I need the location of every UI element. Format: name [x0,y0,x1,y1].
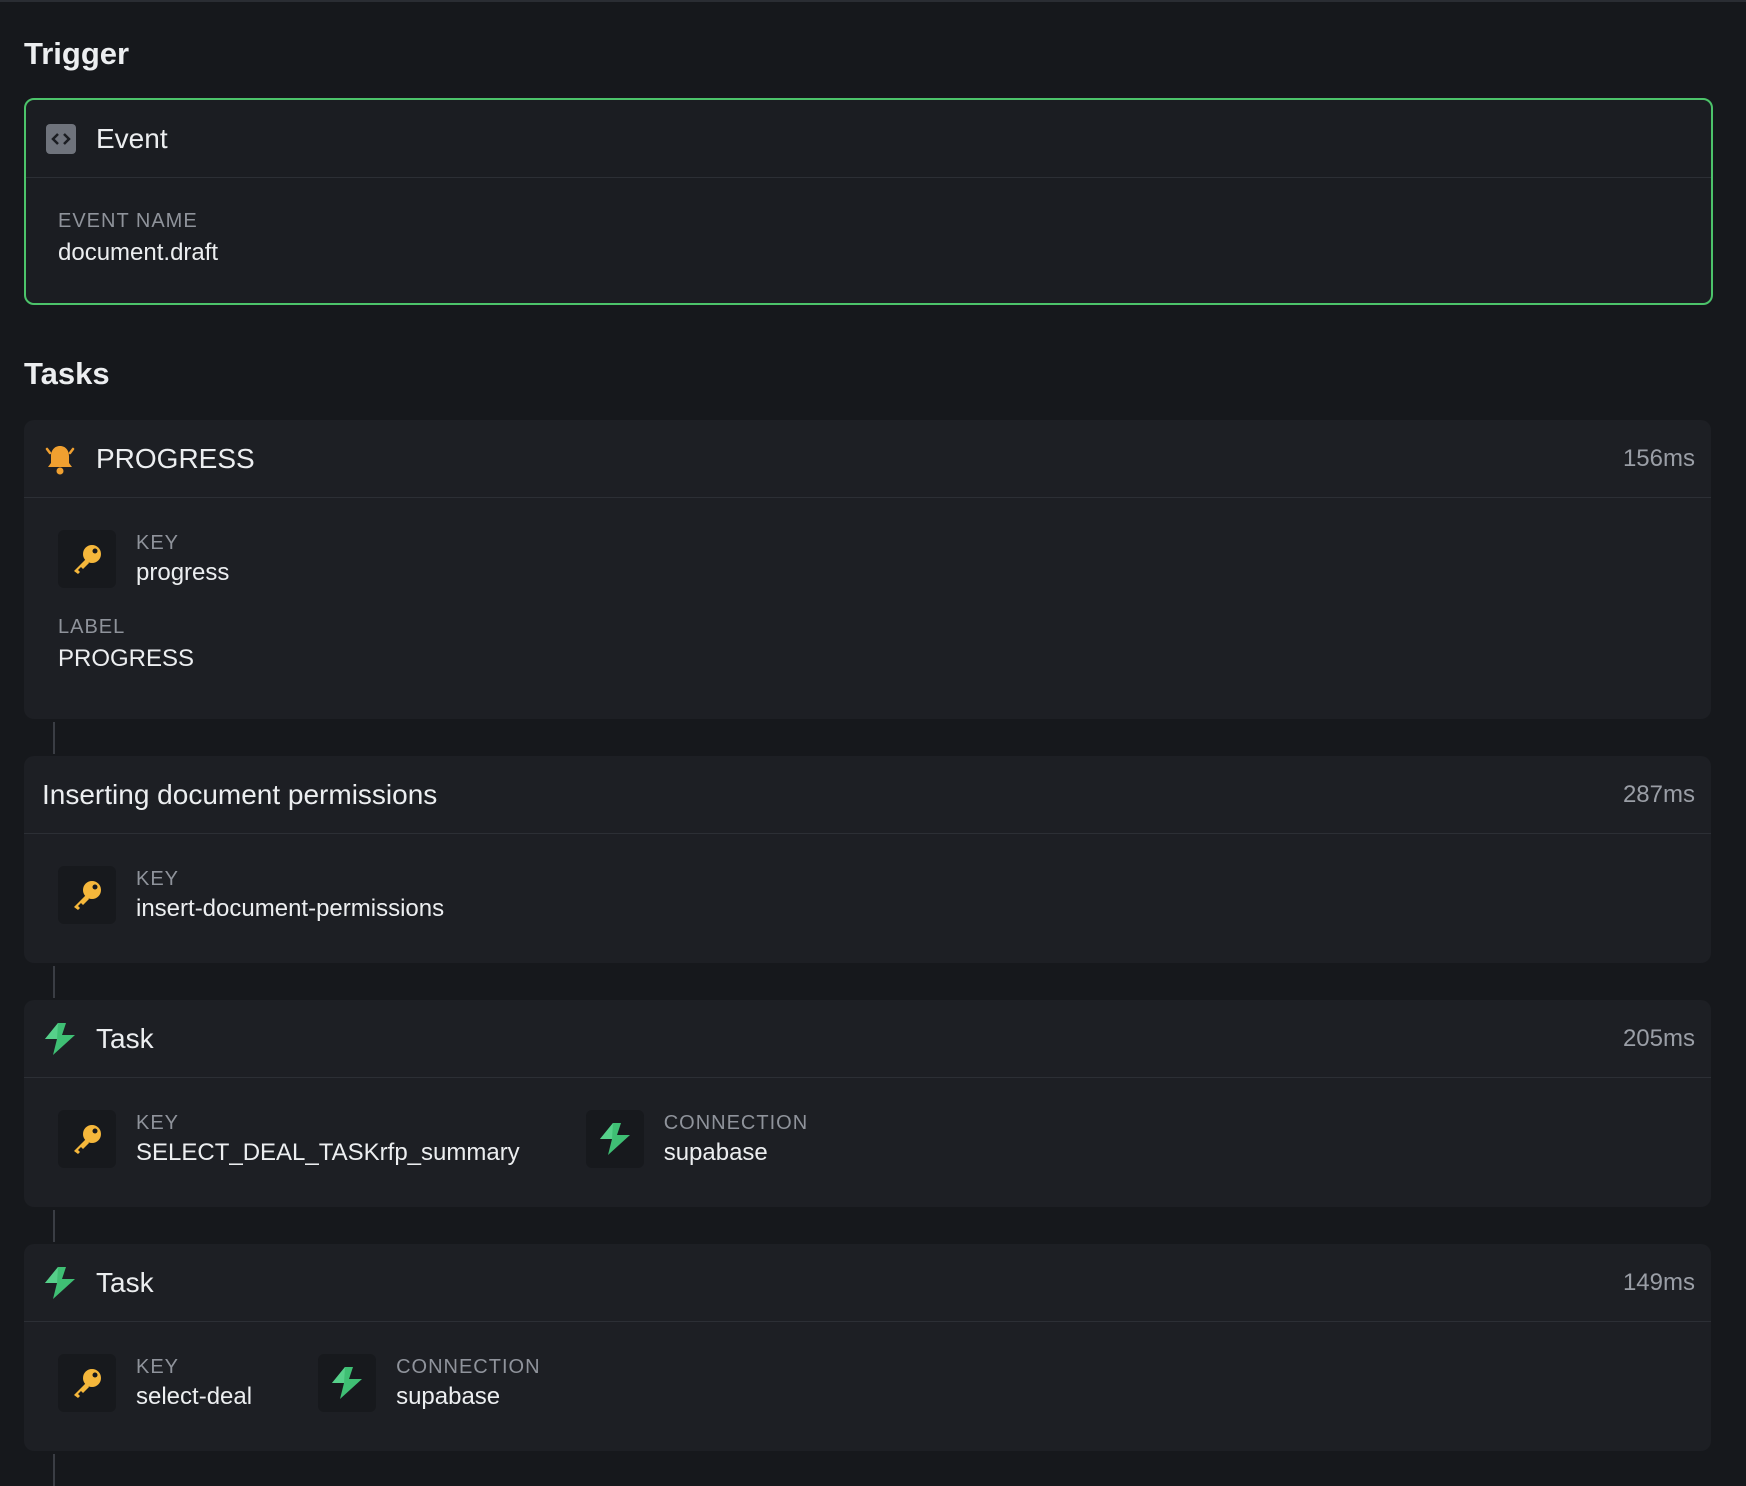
key-label: KEY [136,1111,180,1134]
trigger-card-title: Event [96,122,168,154]
label-value: PROGRESS [58,645,195,672]
timeline-connector [53,1454,55,1486]
task-duration: 205ms [1622,1024,1695,1052]
task-card-insert-permissions[interactable]: Inserting document permissions 287ms KEY [24,756,1711,963]
event-name-field: EVENT NAME document.draft [26,178,1711,267]
key-field: KEY select-deal [58,1354,252,1412]
task-header: Inserting document permissions 287ms [24,756,1711,834]
key-icon [58,530,116,588]
key-value: progress [136,558,230,586]
task-header: Task 149ms [24,1244,1711,1322]
event-name-label: EVENT NAME [58,210,198,232]
task-duration: 149ms [1622,1268,1695,1296]
label-label: LABEL [58,616,126,638]
task-fields-row: KEY SELECT_DEAL_TASKrfp_summary CONNECTI… [58,1110,1711,1168]
task-card-select-deal-task[interactable]: Task 205ms KEY SELECT_DEAL_TASKrfp_summa [24,1000,1711,1207]
task-title: PROGRESS [96,442,255,474]
task-header: PROGRESS 156ms [24,420,1711,498]
task-card-select-deal[interactable]: Task 149ms KEY select-deal CONNECTION su… [24,1244,1711,1451]
lightning-icon [318,1354,377,1412]
lightning-icon [42,1021,78,1057]
task-duration: 287ms [1622,780,1695,808]
connection-value: supabase [663,1138,768,1166]
task-title: Inserting document permissions [42,778,438,810]
key-icon [58,1354,116,1412]
key-icon [58,1110,116,1168]
key-label: KEY [136,531,180,554]
connection-field: CONNECTION supabase [585,1110,809,1168]
timeline-connector [53,1210,55,1242]
trigger-section-title: Trigger [24,36,130,71]
timeline-connector [53,722,55,754]
task-title: Task [96,1022,154,1054]
task-fields-row: KEY progress [58,530,1711,588]
connection-label: CONNECTION [663,1111,809,1134]
trigger-event-card[interactable]: Event EVENT NAME document.draft [24,98,1713,305]
key-value: insert-document-permissions [136,894,445,922]
key-label: KEY [136,867,180,890]
trigger-card-header: Event [26,100,1711,178]
top-divider [0,0,1746,2]
connection-label: CONNECTION [396,1355,541,1378]
event-name-value: document.draft [58,239,219,266]
key-value: SELECT_DEAL_TASKrfp_summary [136,1138,520,1166]
label-field: LABEL PROGRESS [58,616,1711,673]
bell-icon [42,441,78,477]
key-field: KEY insert-document-permissions [58,866,444,924]
key-icon [58,866,116,924]
task-fields-row: KEY select-deal CONNECTION supabase [58,1354,1711,1412]
key-field: KEY SELECT_DEAL_TASKrfp_summary [58,1110,520,1168]
task-title: Task [96,1266,154,1298]
task-card-progress[interactable]: PROGRESS 156ms KEY progress LABEL PROGRE… [24,420,1711,719]
tasks-section-title: Tasks [24,356,110,391]
connection-value: supabase [396,1382,501,1410]
lightning-icon [42,1265,78,1301]
connection-field: CONNECTION supabase [318,1354,540,1412]
task-duration: 156ms [1622,444,1695,472]
task-fields-row: KEY insert-document-permissions [58,866,1711,924]
task-header: Task 205ms [24,1000,1711,1078]
key-value: select-deal [136,1382,253,1410]
timeline-connector [53,966,55,998]
key-field: KEY progress [58,530,229,588]
run-detail-page: Trigger Event EVENT NAME document.draft … [0,0,1746,1486]
key-label: KEY [136,1355,180,1378]
code-icon [46,123,76,154]
lightning-icon [585,1110,644,1168]
